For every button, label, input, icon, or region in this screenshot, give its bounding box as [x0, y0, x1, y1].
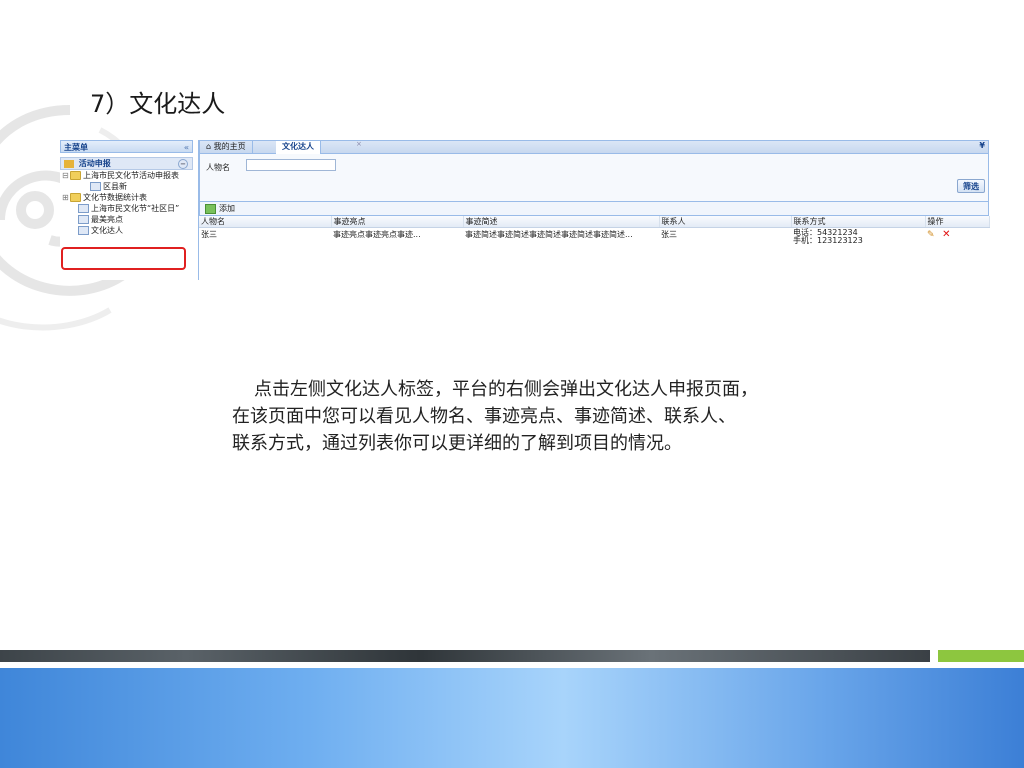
sidebar-item-statistics[interactable]: ⊞ 文化节数据统计表	[60, 192, 193, 203]
data-grid: 人物名 事迹亮点 事迹简述 联系人 联系方式 操作 张三 事迹亮点事迹亮点事迹.…	[199, 216, 990, 248]
sidebar-item-label: 文化达人	[91, 226, 123, 235]
grid-header-row: 人物名 事迹亮点 事迹简述 联系人 联系方式 操作	[199, 216, 990, 228]
add-button[interactable]: 添加	[205, 203, 235, 214]
sidebar-item-label: 区县新	[103, 182, 127, 191]
app-screenshot: 主菜单 « 活动申报 − ⊟ 上海市民文化节活动申报表 区县新 ⊞ 文化节数据统计表…	[60, 140, 990, 280]
cell-contact-method: 电话：54321234 手机：123123123	[791, 228, 925, 249]
sidebar-item-culture-talent[interactable]: 文化达人	[60, 225, 193, 236]
name-filter-label: 人物名	[206, 163, 230, 172]
description-line: 联系方式，通过列表你可以更详细的了解到项目的情况。	[232, 433, 682, 454]
mobile-text: 手机：123123123	[793, 236, 863, 245]
sidebar-header: 主菜单 «	[60, 140, 193, 153]
sidebar-tree: ⊟ 上海市民文化节活动申报表 区县新 ⊞ 文化节数据统计表 上海市民文化节“社区日”…	[60, 170, 193, 236]
cell-contact: 张三	[661, 230, 677, 239]
column-header[interactable]: 操作	[925, 216, 990, 228]
collapse-tree-icon[interactable]: ⊟	[62, 170, 70, 181]
cell-name: 张三	[201, 230, 217, 239]
sidebar-item-district-new[interactable]: 区县新	[60, 181, 193, 192]
filter-panel: 人物名 筛选	[199, 154, 989, 202]
highlight-box	[61, 247, 186, 270]
sidebar-item-activity-form[interactable]: ⊟ 上海市民文化节活动申报表	[60, 170, 193, 181]
tab-home[interactable]: ⌂ 我的主页	[200, 141, 253, 154]
add-icon	[205, 203, 216, 214]
footer-dark-band	[0, 650, 930, 662]
page-icon	[78, 204, 89, 213]
folder-icon	[70, 171, 81, 180]
sidebar-group-label: 活动申报	[78, 159, 111, 168]
sidebar-item-label: 上海市民文化节“社区日”	[91, 204, 180, 213]
sidebar-group-activity[interactable]: 活动申报 −	[60, 157, 193, 170]
sidebar-title: 主菜单	[64, 143, 88, 152]
column-header[interactable]: 人物名	[199, 216, 332, 228]
cell-actions: ✎ ✕	[925, 228, 989, 249]
tab-culture-talent[interactable]: 文化达人	[276, 141, 321, 154]
group-toggle-icon[interactable]: −	[178, 159, 188, 169]
sidebar-item-label: 文化节数据统计表	[83, 193, 147, 202]
column-header[interactable]: 事迹亮点	[331, 216, 464, 228]
close-icon[interactable]: ×	[356, 140, 362, 148]
sidebar: 主菜单 « 活动申报 − ⊟ 上海市民文化节活动申报表 区县新 ⊞ 文化节数据统计表…	[60, 140, 193, 280]
table-row[interactable]: 张三 事迹亮点事迹亮点事迹... 事迹简述事迹简述事迹简述事迹简述事迹简述...…	[199, 228, 989, 249]
footer-blue-panel	[0, 668, 1024, 768]
expand-tree-icon[interactable]: ⊞	[62, 192, 70, 203]
sidebar-item-highlights[interactable]: 最美亮点	[60, 214, 193, 225]
description-line: 点击左侧文化达人标签，平台的右侧会弹出文化达人申报页面，	[254, 379, 758, 400]
description-line: 在该页面中您可以看见人物名、事迹亮点、事迹简述、联系人、	[232, 406, 736, 427]
footer-green-band	[938, 650, 1024, 662]
main-panel: ⌂ 我的主页 文化达人 × ¥ 人物名 筛选 添加 人物名 事迹亮点 事迹简述 …	[198, 140, 990, 280]
add-button-label: 添加	[219, 204, 235, 213]
filter-button[interactable]: 筛选	[957, 179, 985, 193]
column-header[interactable]: 事迹简述	[463, 216, 660, 228]
edit-icon[interactable]: ✎	[927, 230, 935, 240]
page-icon	[90, 182, 101, 191]
folder-icon	[70, 193, 81, 202]
column-header[interactable]: 联系人	[659, 216, 792, 228]
page-icon	[78, 226, 89, 235]
delete-icon[interactable]: ✕	[942, 229, 950, 240]
tab-menu-icon[interactable]: ¥	[979, 141, 985, 150]
column-header[interactable]: 联系方式	[791, 216, 926, 228]
slide-title: 7）文化达人	[90, 90, 226, 118]
collapse-icon[interactable]: «	[184, 141, 189, 154]
name-filter-input[interactable]	[246, 159, 336, 171]
cell-summary: 事迹简述事迹简述事迹简述事迹简述事迹简述...	[465, 230, 633, 239]
sidebar-item-community-day[interactable]: 上海市民文化节“社区日”	[60, 203, 193, 214]
sidebar-item-label: 最美亮点	[91, 215, 123, 224]
cell-highlight: 事迹亮点事迹亮点事迹...	[333, 230, 421, 239]
tab-bar: ⌂ 我的主页 文化达人 × ¥	[199, 140, 989, 154]
page-icon	[78, 215, 89, 224]
description-paragraph: 点击左侧文化达人标签，平台的右侧会弹出文化达人申报页面， 在该页面中您可以看见人…	[232, 376, 892, 457]
group-icon	[64, 159, 74, 168]
grid-toolbar: 添加	[199, 202, 989, 216]
sidebar-item-label: 上海市民文化节活动申报表	[83, 171, 179, 180]
